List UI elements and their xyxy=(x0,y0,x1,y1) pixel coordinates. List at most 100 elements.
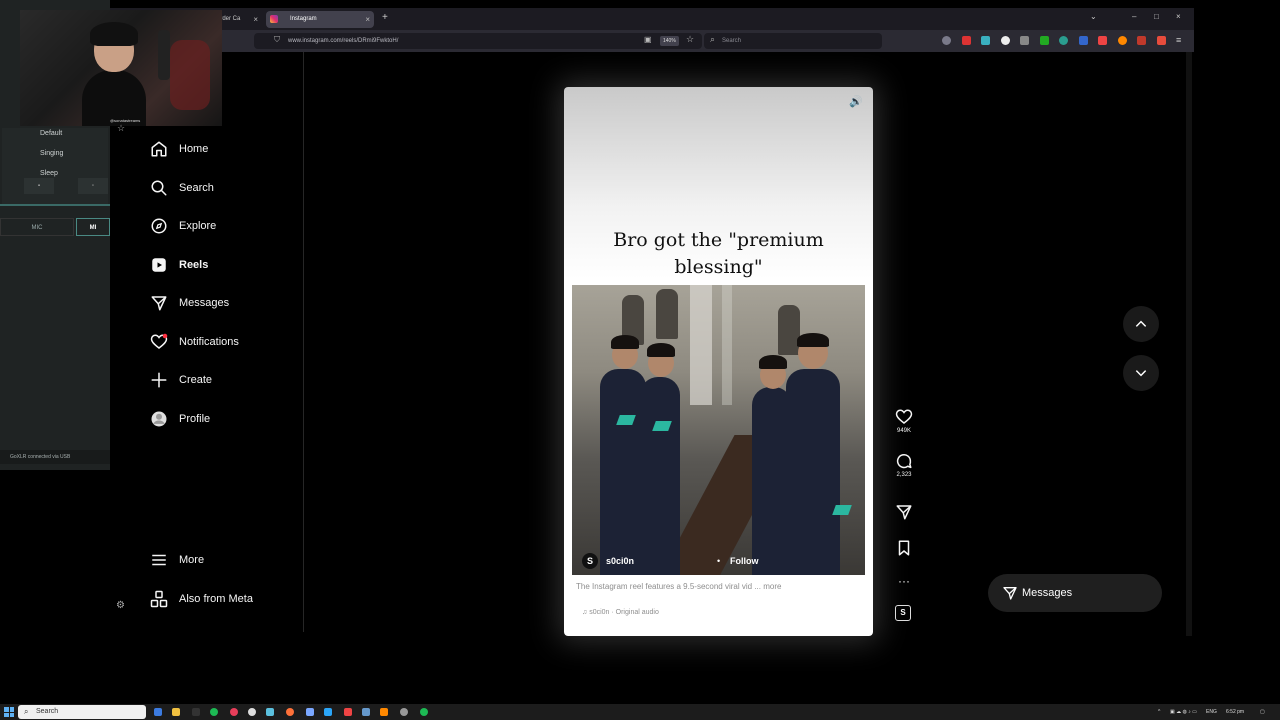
share-action[interactable] xyxy=(892,503,916,521)
extension-icon[interactable] xyxy=(942,36,951,45)
nav-create[interactable]: Create xyxy=(150,365,300,395)
notification-icon[interactable]: ▢ xyxy=(1260,704,1265,720)
page-scrollbar[interactable] xyxy=(1186,52,1192,636)
nav-messages[interactable]: Messages xyxy=(150,288,300,318)
nav-label: Search xyxy=(179,182,214,194)
bookmark-icon[interactable] xyxy=(895,539,913,557)
windows-start-icon[interactable] xyxy=(4,707,14,717)
app-icon[interactable] xyxy=(400,708,408,716)
reel-card[interactable]: 🔊 Bro got the "premium blessing" S s0ci0… xyxy=(564,87,873,636)
app-icon[interactable] xyxy=(192,708,200,716)
tray-icons[interactable]: ▣ ☁ ◍ ♪ ▭ xyxy=(1170,704,1197,720)
extension-icon[interactable] xyxy=(1078,36,1088,45)
gear-icon[interactable]: ⚙ xyxy=(116,600,125,611)
file-icon[interactable]: ▫ xyxy=(78,178,108,194)
maximize-icon[interactable]: □ xyxy=(1154,12,1159,21)
streamer-image xyxy=(82,22,146,126)
next-reel-button[interactable] xyxy=(1123,355,1159,391)
nav-label: Messages xyxy=(179,297,230,309)
audio-label: s0ci0n · Original audio xyxy=(589,609,659,616)
spotify-icon[interactable] xyxy=(210,708,218,716)
nav-also-from-meta[interactable]: Also from Meta xyxy=(150,584,300,614)
language-indicator[interactable]: ENG xyxy=(1206,704,1217,720)
preset-item[interactable]: Singing xyxy=(40,150,63,157)
preset-item[interactable]: Default xyxy=(40,130,62,137)
like-action[interactable]: 949K xyxy=(892,408,916,434)
messages-button[interactable]: Messages xyxy=(988,574,1162,612)
nav-search[interactable]: Search xyxy=(150,173,300,203)
save-action[interactable] xyxy=(892,539,916,557)
app-icon[interactable] xyxy=(230,708,238,716)
bookmark-star-icon[interactable]: ☆ xyxy=(686,34,694,45)
picture-in-picture-icon[interactable]: ▣ xyxy=(644,35,652,44)
app-icon[interactable] xyxy=(324,708,332,716)
previous-reel-button[interactable] xyxy=(1123,306,1159,342)
extension-icon[interactable] xyxy=(1117,36,1127,45)
reel-video[interactable] xyxy=(572,285,865,575)
app-icon[interactable] xyxy=(344,708,352,716)
connection-status: GoXLR connected via USB xyxy=(0,450,110,464)
volume-icon[interactable]: 🔊 xyxy=(849,95,863,108)
app-icon[interactable] xyxy=(420,708,428,716)
nav-more[interactable]: More xyxy=(150,545,300,575)
extension-icon[interactable] xyxy=(1059,36,1068,45)
taskbar: ⌕ Search ^ ▣ ☁ ◍ ♪ ▭ ENG 6:52 pm ▢ xyxy=(0,704,1280,720)
extension-icon[interactable] xyxy=(981,36,990,45)
tab-instagram[interactable]: Instagram × xyxy=(266,11,374,28)
new-tab-icon[interactable]: + xyxy=(382,12,388,23)
menu-icon[interactable]: ≡ xyxy=(1176,36,1185,45)
firefox-icon[interactable] xyxy=(286,708,294,716)
minimize-icon[interactable]: – xyxy=(1132,12,1136,21)
user-avatar[interactable]: S xyxy=(582,553,598,569)
nav-reels[interactable]: Reels xyxy=(150,250,300,280)
nav-notifications[interactable]: Notifications xyxy=(150,327,300,357)
clock[interactable]: 6:52 pm xyxy=(1226,704,1244,720)
url-bar[interactable]: ⛉ www.instagram.com/reels/DRmi9FwktoH/ ▣… xyxy=(254,33,702,49)
audio-avatar[interactable]: S xyxy=(895,605,911,621)
file-explorer-icon[interactable] xyxy=(172,708,180,716)
extension-icon[interactable] xyxy=(1039,36,1049,45)
webcam-tag: @sonatastreams xyxy=(110,118,141,123)
app-icon[interactable] xyxy=(362,708,370,716)
extension-icon[interactable] xyxy=(1137,36,1146,45)
search-bar[interactable]: ⌕ Search xyxy=(704,33,882,49)
mic-tab[interactable]: MIC xyxy=(0,218,74,236)
star-icon[interactable]: ☆ xyxy=(117,123,125,134)
comment-action[interactable]: 2,323 xyxy=(892,452,916,478)
save-icon[interactable]: ▪ xyxy=(24,178,54,194)
follow-button[interactable]: Follow xyxy=(730,549,759,573)
mic-tab-active[interactable]: MI xyxy=(76,218,110,236)
app-icon[interactable] xyxy=(306,708,314,716)
heart-icon[interactable] xyxy=(895,408,913,426)
username[interactable]: s0ci0n xyxy=(606,549,634,573)
close-icon[interactable]: × xyxy=(365,11,370,28)
close-window-icon[interactable]: × xyxy=(1176,12,1181,21)
shield-icon[interactable]: ⛉ xyxy=(274,35,280,45)
send-icon[interactable] xyxy=(895,503,913,521)
comment-icon[interactable] xyxy=(895,452,913,470)
nav-profile[interactable]: Profile xyxy=(150,404,300,434)
tab-label: Instagram xyxy=(290,16,317,22)
nav-explore[interactable]: Explore xyxy=(150,211,300,241)
tray-chevron-icon[interactable]: ^ xyxy=(1158,704,1160,720)
extension-icon[interactable] xyxy=(1098,36,1107,45)
tab-list-icon[interactable]: ⌄ xyxy=(1090,12,1097,21)
zoom-level[interactable]: 140% xyxy=(660,36,679,46)
app-icon[interactable] xyxy=(266,708,274,716)
taskbar-search[interactable]: ⌕ Search xyxy=(18,705,146,719)
chrome-icon[interactable] xyxy=(248,708,256,716)
nav-home[interactable]: Home xyxy=(150,134,300,164)
url-text[interactable]: www.instagram.com/reels/DRmi9FwktoH/ xyxy=(288,33,398,49)
close-icon[interactable]: × xyxy=(253,11,258,28)
more-link[interactable]: more xyxy=(763,582,781,591)
extension-icon[interactable] xyxy=(961,36,971,45)
extension-icon[interactable] xyxy=(1156,36,1166,45)
extension-icon[interactable] xyxy=(1000,36,1010,45)
separator-dot: • xyxy=(717,556,721,566)
reel-audio[interactable]: ♫ s0ci0n · Original audio xyxy=(582,609,659,616)
more-options-icon[interactable]: ··· xyxy=(892,572,916,590)
extension-icon[interactable] xyxy=(1020,36,1029,45)
preset-item[interactable]: Sleep xyxy=(40,170,58,177)
app-icon[interactable] xyxy=(380,708,388,716)
taskview-icon[interactable] xyxy=(154,708,162,716)
